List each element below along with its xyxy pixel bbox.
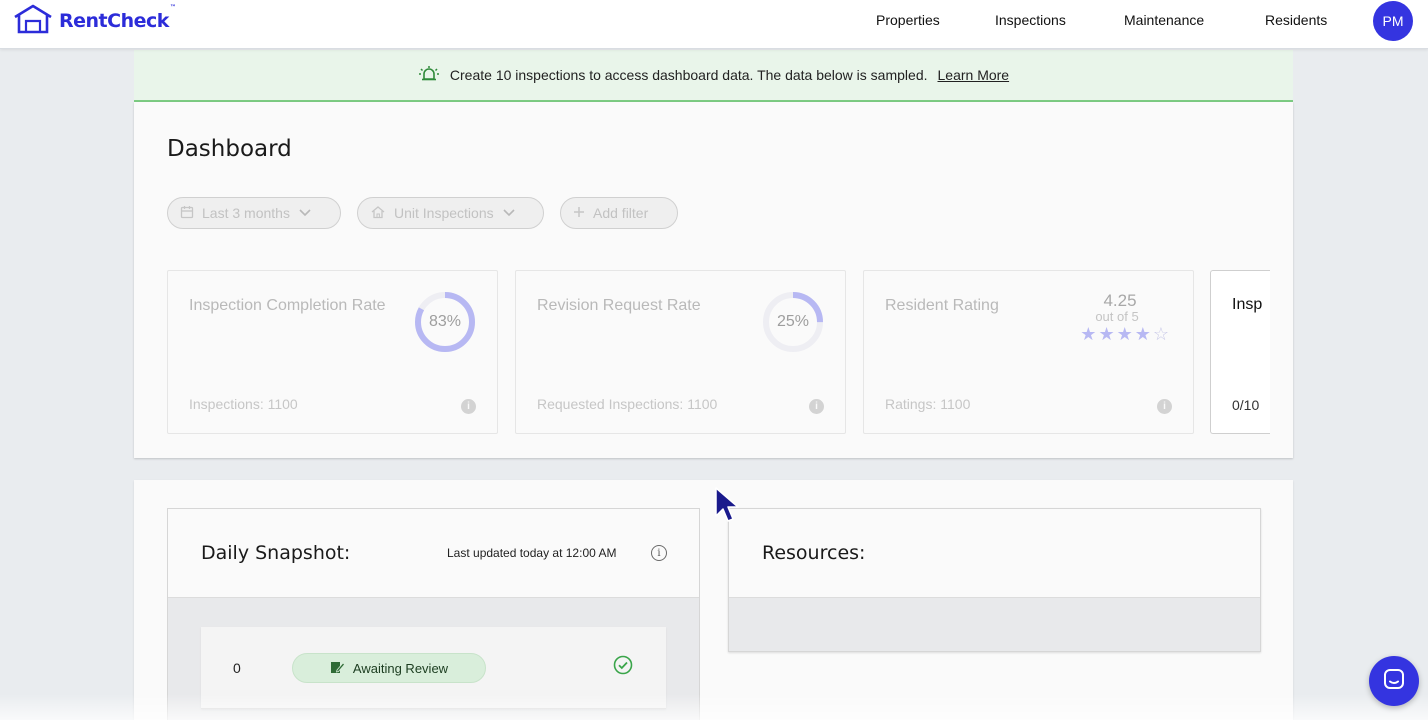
add-filter-button[interactable]: Add filter — [560, 197, 678, 229]
inspection-type-filter[interactable]: Unit Inspections — [357, 197, 544, 229]
star-outline-icon: ☆ — [1152, 324, 1171, 344]
nav-inspections[interactable]: Inspections — [995, 12, 1066, 28]
star-icon: ★ — [1134, 324, 1153, 344]
metric-card-completion-rate[interactable]: Inspection Completion Rate 83% Inspectio… — [167, 270, 498, 434]
top-nav: RentCheck™ Properties Inspections Mainte… — [0, 0, 1428, 49]
star-icon: ★ — [1116, 324, 1135, 344]
revision-rate-value: 25% — [776, 313, 810, 330]
dashboard-card: Dashboard Last 3 months Unit Inspections… — [134, 102, 1293, 458]
info-icon[interactable]: i — [809, 399, 824, 414]
date-range-filter[interactable]: Last 3 months — [167, 197, 341, 229]
check-circle-icon — [613, 655, 633, 675]
rating-value: 4.25 — [1103, 291, 1137, 310]
chat-icon — [1382, 667, 1406, 696]
avatar[interactable]: PM — [1373, 1, 1413, 41]
metric-title: Resident Rating — [885, 297, 999, 314]
metric-card-resident-rating[interactable]: Resident Rating 4.25 out of 5 ★★★★☆ Rati… — [863, 270, 1194, 434]
info-icon[interactable]: i — [651, 545, 667, 561]
resources-title: Resources: — [762, 542, 866, 564]
calendar-icon — [180, 205, 194, 222]
info-icon[interactable]: i — [461, 399, 476, 414]
last-updated-text: Last updated today at 12:00 AM — [447, 546, 617, 560]
rating-scale: out of 5 — [1095, 309, 1139, 324]
awaiting-review-badge[interactable]: Awaiting Review — [292, 653, 486, 683]
banner-text: Create 10 inspections to access dashboar… — [449, 67, 928, 83]
home-icon — [370, 205, 386, 222]
awaiting-review-label: Awaiting Review — [352, 660, 449, 676]
mouse-cursor-icon — [715, 487, 739, 522]
star-rating: ★★★★☆ — [1080, 324, 1171, 345]
page-title: Dashboard — [167, 136, 292, 162]
metric-card-inspections[interactable]: Insp 0/10 — [1210, 270, 1270, 434]
snapshot-header: Daily Snapshot: Last updated today at 12… — [168, 509, 699, 598]
sample-data-banner: Create 10 inspections to access dashboar… — [134, 50, 1293, 102]
metric-footer: Inspections: 1100 — [189, 396, 298, 412]
date-range-label: Last 3 months — [202, 205, 290, 221]
star-icon: ★ — [1080, 324, 1099, 344]
metric-footer: 0/10 — [1232, 397, 1260, 413]
snapshot-row[interactable]: 0 Awaiting Review — [201, 627, 666, 709]
metric-card-revision-rate[interactable]: Revision Request Rate 25% Requested Insp… — [515, 270, 846, 434]
inspection-type-label: Unit Inspections — [394, 205, 494, 221]
house-logo-icon — [13, 4, 53, 39]
logo-text: RentCheck™ — [59, 4, 176, 32]
resources-panel: Resources: — [728, 508, 1261, 652]
logo[interactable]: RentCheck™ — [13, 4, 176, 39]
metric-title: Inspection Completion Rate — [189, 297, 386, 314]
learn-more-link[interactable]: Learn More — [938, 67, 1010, 83]
daily-snapshot-panel: Daily Snapshot: Last updated today at 12… — [167, 508, 700, 720]
edit-document-icon — [330, 660, 345, 677]
chevron-down-icon — [502, 205, 516, 221]
nav-residents[interactable]: Residents — [1265, 12, 1327, 28]
resources-header: Resources: — [729, 509, 1260, 598]
chevron-down-icon — [298, 205, 312, 221]
add-filter-label: Add filter — [593, 205, 649, 221]
snapshot-title: Daily Snapshot: — [201, 542, 351, 564]
alarm-bell-icon — [418, 65, 440, 86]
info-icon[interactable]: i — [1157, 399, 1172, 414]
nav-properties[interactable]: Properties — [876, 12, 940, 28]
metric-title: Insp — [1232, 296, 1263, 313]
completion-rate-value: 83% — [428, 313, 462, 330]
metric-footer: Ratings: 1100 — [885, 396, 971, 412]
metric-title: Revision Request Rate — [537, 297, 701, 314]
chat-support-button[interactable] — [1369, 656, 1419, 706]
plus-icon — [573, 205, 585, 221]
metric-footer: Requested Inspections: 1100 — [537, 396, 718, 412]
snapshot-count: 0 — [233, 660, 241, 676]
star-icon: ★ — [1098, 324, 1117, 344]
nav-maintenance[interactable]: Maintenance — [1124, 12, 1204, 28]
